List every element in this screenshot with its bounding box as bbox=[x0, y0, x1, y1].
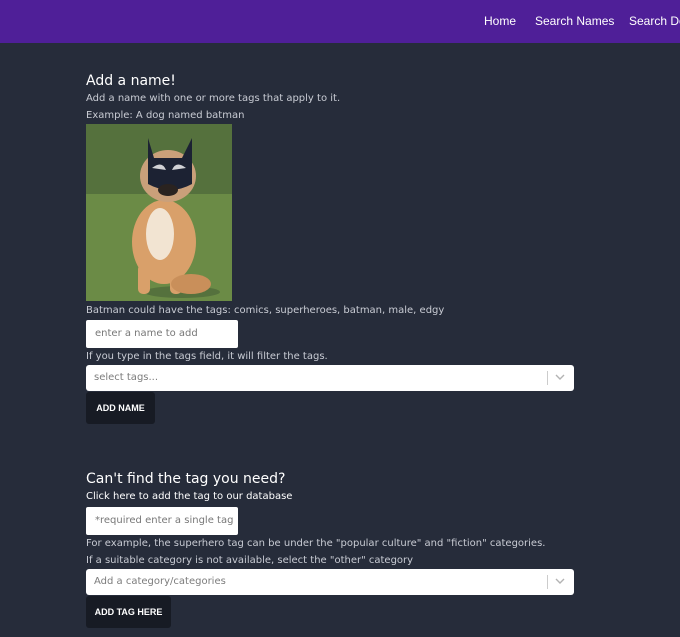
category-select-placeholder: Add a category/categories bbox=[94, 576, 226, 587]
chevron-down-icon[interactable] bbox=[553, 370, 567, 384]
chevron-down-icon[interactable] bbox=[553, 574, 567, 588]
add-tag-heading: Can't find the tag you need? bbox=[86, 471, 286, 487]
add-name-button[interactable]: ADD NAME bbox=[86, 392, 155, 424]
add-name-description: Add a name with one or more tags that ap… bbox=[86, 93, 341, 104]
tags-select[interactable]: select tags... bbox=[86, 365, 574, 391]
add-name-heading: Add a name! bbox=[86, 73, 176, 89]
nav-link-search-names[interactable]: Search Names bbox=[535, 14, 614, 28]
select-separator bbox=[547, 575, 548, 589]
other-category-hint: If a suitable category is not available,… bbox=[86, 555, 414, 566]
nav-link-home[interactable]: Home bbox=[484, 14, 516, 28]
tag-example-text: For example, the superhero tag can be un… bbox=[86, 538, 546, 549]
filter-hint: If you type in the tags field, it will f… bbox=[86, 351, 328, 362]
nav-link-search-de[interactable]: Search De bbox=[629, 14, 680, 28]
navbar: Home Search Names Search De bbox=[0, 0, 680, 43]
tags-select-placeholder: select tags... bbox=[94, 372, 159, 383]
batman-dog-photo bbox=[86, 124, 232, 301]
example-label: Example: A dog named batman bbox=[86, 110, 245, 121]
select-separator bbox=[547, 371, 548, 385]
category-select[interactable]: Add a category/categories bbox=[86, 569, 574, 595]
add-tag-subheading[interactable]: Click here to add the tag to our databas… bbox=[86, 491, 292, 502]
add-tag-button[interactable]: ADD TAG HERE bbox=[86, 596, 171, 628]
dog-illustration bbox=[86, 124, 232, 301]
name-input[interactable]: enter a name to add bbox=[86, 320, 238, 348]
example-tags-text: Batman could have the tags: comics, supe… bbox=[86, 305, 445, 316]
tag-input[interactable]: *required enter a single tag bbox=[86, 507, 238, 535]
